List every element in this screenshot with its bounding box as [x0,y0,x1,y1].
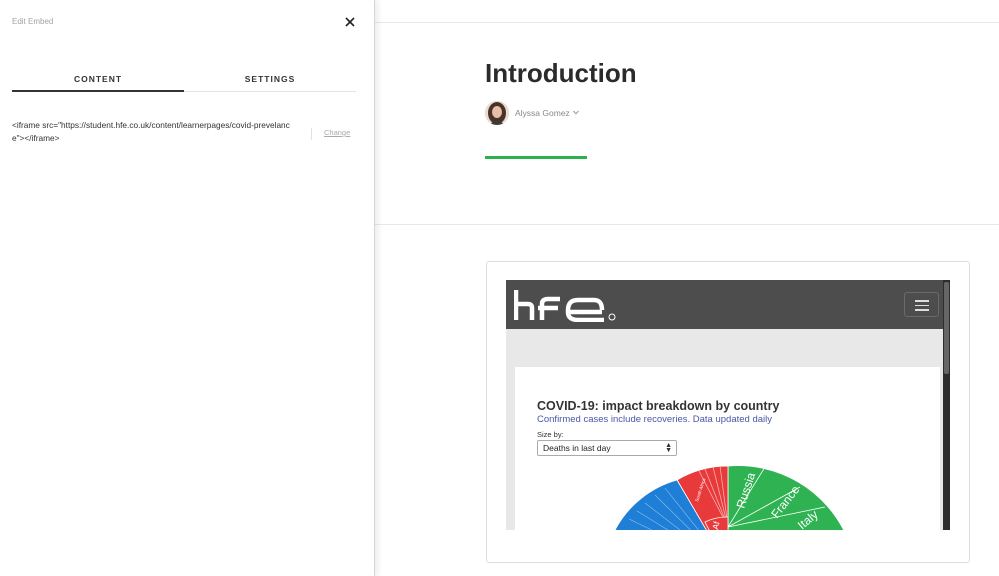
chart-subtitle: Confirmed cases include recoveries. Data… [537,414,772,425]
menu-line [915,304,929,306]
iframe-scrollbar[interactable] [943,280,950,530]
tab-settings[interactable]: SETTINGS [184,74,356,91]
accent-bar [485,156,587,159]
size-by-label: Size by: [537,430,564,439]
hamburger-menu-button[interactable] [904,292,939,317]
panel-tabs: CONTENT SETTINGS [12,74,356,92]
scroll-thumb[interactable] [944,282,949,374]
menu-line [915,300,929,302]
panel-title: Edit Embed [12,17,54,26]
hfe-logo [514,290,616,322]
active-tab-indicator [12,90,184,92]
edit-embed-panel: Edit Embed CONTENT SETTINGS <iframe src=… [0,0,375,576]
menu-line [915,309,929,311]
select-arrows-icon: ▲ ▼ [665,442,672,454]
chart-card: Russia France Italy South Africa Af COVI… [515,367,940,530]
size-by-select[interactable]: Deaths in last day ▲ ▼ [537,440,677,456]
embedded-iframe[interactable]: Russia France Italy South Africa Af COVI… [506,280,950,530]
author-name[interactable]: Alyssa Gomez [515,108,570,118]
chevron-down-icon[interactable] [573,110,579,115]
change-link[interactable]: Change [311,128,350,140]
size-by-value: Deaths in last day [543,443,611,453]
hfe-navbar [506,280,950,329]
header-divider [375,22,999,23]
chart-title: COVID-19: impact breakdown by country [537,399,780,413]
embed-code-text: <iframe src="https://student.hfe.co.uk/c… [12,120,290,143]
close-icon[interactable] [343,15,357,29]
tab-content[interactable]: CONTENT [12,74,184,91]
section-divider [375,224,999,225]
page-title: Introduction [485,58,637,88]
avatar[interactable] [485,101,509,125]
